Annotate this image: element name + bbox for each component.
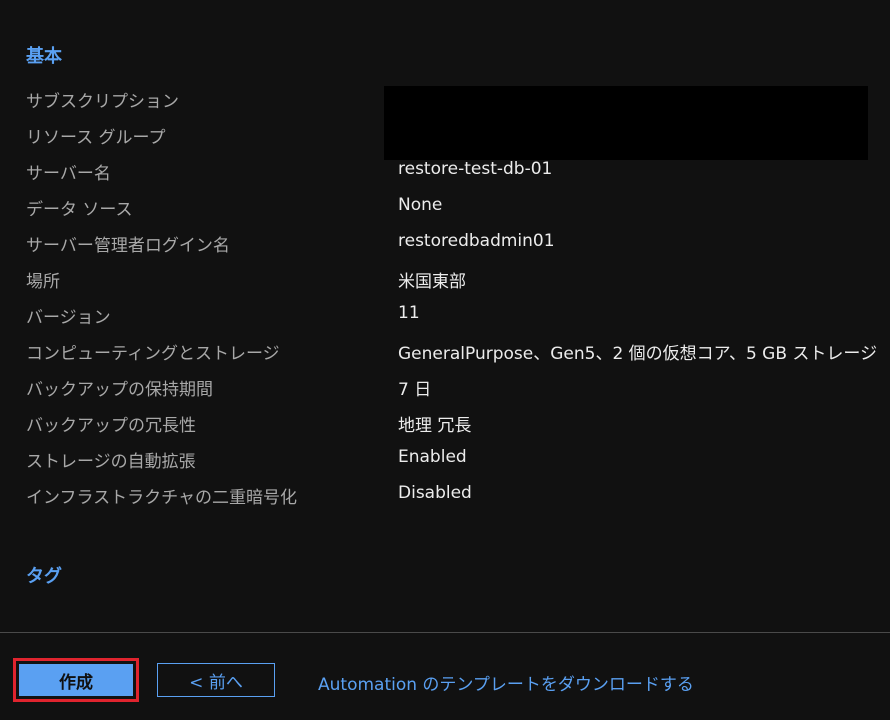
summary-value: Enabled [398, 447, 467, 467]
summary-value: 11 [398, 303, 420, 323]
summary-value: GeneralPurpose、Gen5、2 個の仮想コア、5 GB ストレージ [398, 344, 878, 364]
summary-value: Disabled [398, 483, 472, 503]
summary-value: 7 日 [398, 380, 432, 400]
summary-row-backup-retention: バックアップの保持期間 7 日 [0, 368, 890, 404]
summary-label: バックアップの冗長性 [26, 416, 196, 436]
summary-row-compute-storage: コンピューティングとストレージ GeneralPurpose、Gen5、2 個の… [0, 332, 890, 368]
summary-label: インフラストラクチャの二重暗号化 [26, 488, 297, 508]
summary-value: restoredbadmin01 [398, 231, 555, 251]
summary-row-storage-autogrow: ストレージの自動拡張 Enabled [0, 440, 890, 476]
summary-label: サーバー名 [26, 164, 111, 184]
summary-row-admin-login: サーバー管理者ログイン名 restoredbadmin01 [0, 224, 890, 260]
summary-label: バックアップの保持期間 [26, 380, 213, 400]
summary-label: データ ソース [26, 200, 133, 220]
summary-label: 場所 [26, 272, 60, 292]
summary-row-data-source: データ ソース None [0, 188, 890, 224]
section-title-basic: 基本 [26, 46, 62, 67]
footer-divider [0, 632, 890, 633]
summary-label: サブスクリプション [26, 92, 179, 112]
redacted-block [384, 86, 868, 160]
summary-value: 地理 冗長 [398, 416, 472, 436]
create-button[interactable]: 作成 [19, 664, 133, 696]
summary-row-backup-redundancy: バックアップの冗長性 地理 冗長 [0, 404, 890, 440]
summary-label: リソース グループ [26, 128, 166, 148]
section-title-tags: タグ [26, 566, 62, 587]
summary-row-double-encryption: インフラストラクチャの二重暗号化 Disabled [0, 476, 890, 512]
create-button-highlight: 作成 [13, 658, 139, 702]
summary-label: ストレージの自動拡張 [26, 452, 196, 472]
review-create-page: 基本 サブスクリプション リソース グループ サーバー名 restore-tes… [0, 0, 890, 720]
summary-value: None [398, 195, 443, 215]
summary-label: コンピューティングとストレージ [26, 344, 280, 364]
summary-row-version: バージョン 11 [0, 296, 890, 332]
summary-value: restore-test-db-01 [398, 159, 553, 179]
download-template-link[interactable]: Automation のテンプレートをダウンロードする [318, 670, 694, 695]
summary-label: サーバー管理者ログイン名 [26, 236, 230, 256]
summary-label: バージョン [26, 308, 111, 328]
summary-value: 米国東部 [398, 272, 466, 292]
previous-button[interactable]: < 前へ [157, 663, 275, 697]
summary-row-location: 場所 米国東部 [0, 260, 890, 296]
